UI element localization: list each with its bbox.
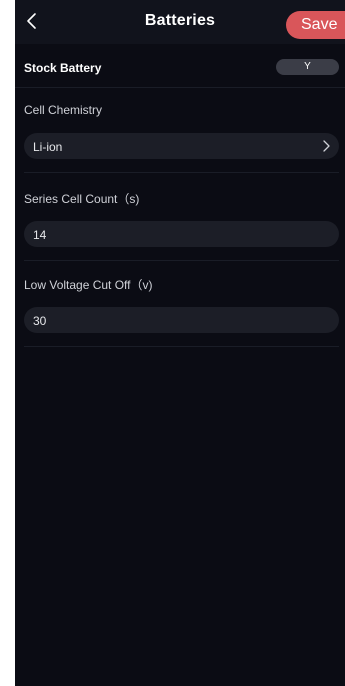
divider: [24, 346, 339, 347]
series-cell-count-value: 14: [33, 228, 47, 242]
stock-battery-toggle[interactable]: Y: [276, 59, 339, 75]
series-cell-count-label: Series Cell Count（s): [24, 192, 140, 206]
save-button[interactable]: Save: [286, 11, 345, 39]
low-voltage-cut-off-label: Low Voltage Cut Off（v): [24, 278, 153, 292]
chevron-right-icon: [322, 140, 330, 152]
divider: [24, 172, 339, 173]
stock-battery-row: Stock Battery Y: [15, 44, 345, 88]
low-voltage-cut-off-input[interactable]: 30: [24, 307, 339, 333]
header-bar: Batteries Save: [15, 0, 345, 44]
stock-battery-label: Stock Battery: [24, 61, 102, 75]
low-voltage-cut-off-value: 30: [33, 314, 47, 328]
cell-chemistry-label: Cell Chemistry: [24, 103, 103, 117]
divider: [24, 260, 339, 261]
cell-chemistry-value: Li-ion: [33, 140, 63, 154]
series-cell-count-input[interactable]: 14: [24, 221, 339, 247]
cell-chemistry-select[interactable]: Li-ion: [24, 133, 339, 159]
app-screen: Batteries Save Stock Battery Y Cell Chem…: [15, 0, 345, 686]
